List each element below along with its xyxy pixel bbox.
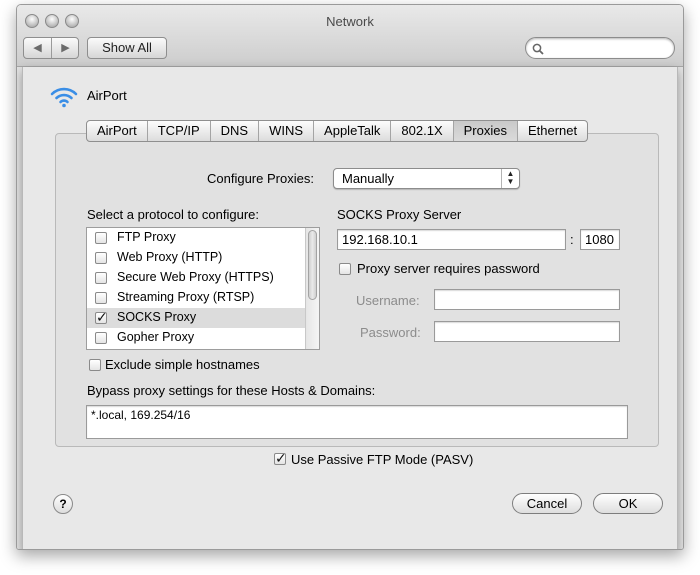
server-label: SOCKS Proxy Server — [337, 207, 462, 222]
username-label: Username: — [356, 293, 420, 308]
secure-web-proxy-label: Secure Web Proxy (HTTPS) — [117, 270, 274, 284]
show-all-button[interactable]: Show All — [87, 37, 167, 59]
tab-proxies[interactable]: Proxies — [453, 121, 518, 141]
password-label: Password: — [360, 325, 421, 340]
search-icon — [532, 40, 544, 58]
help-button[interactable]: ? — [53, 494, 73, 514]
proxies-sheet: AirPort AirPort TCP/IP DNS WINS AppleTal… — [22, 67, 678, 549]
tab-airport[interactable]: AirPort — [87, 121, 148, 141]
tab-8021x[interactable]: 802.1X — [391, 121, 454, 141]
cancel-button[interactable]: Cancel — [512, 493, 582, 514]
list-item[interactable]: Gopher Proxy — [87, 328, 305, 348]
protocol-list-label: Select a protocol to configure: — [87, 207, 259, 222]
back-button[interactable]: ◀ — [24, 38, 51, 58]
search-field[interactable] — [525, 37, 675, 59]
ftp-proxy-label: FTP Proxy — [117, 230, 176, 244]
tab-bar: AirPort TCP/IP DNS WINS AppleTalk 802.1X… — [86, 120, 589, 142]
list-item[interactable]: FTP Proxy — [87, 228, 305, 248]
proxy-port-field[interactable]: 1080 — [580, 229, 620, 250]
web-proxy-checkbox[interactable] — [95, 252, 107, 264]
forward-arrow-icon: ▶ — [61, 42, 70, 54]
back-forward-control: ◀ ▶ — [23, 37, 79, 59]
bypass-hosts-field[interactable]: *.local, 169.254/16 — [86, 405, 628, 439]
network-window: Network ◀ ▶ Show All AirPort AirPort TCP… — [16, 4, 684, 550]
tab-ethernet[interactable]: Ethernet — [518, 121, 587, 141]
password-required-checkbox[interactable] — [339, 263, 351, 275]
username-field[interactable] — [434, 289, 620, 310]
streaming-proxy-checkbox[interactable] — [95, 292, 107, 304]
protocol-list[interactable]: FTP Proxy Web Proxy (HTTP) Secure Web Pr… — [86, 227, 320, 350]
popup-arrows-icon: ▲ ▼ — [501, 169, 519, 188]
secure-web-proxy-checkbox[interactable] — [95, 272, 107, 284]
exclude-simple-hostnames-label: Exclude simple hostnames — [105, 357, 260, 372]
gopher-proxy-checkbox[interactable] — [95, 332, 107, 344]
gopher-proxy-label: Gopher Proxy — [117, 330, 195, 344]
proxy-server-address-field[interactable]: 192.168.10.1 — [337, 229, 566, 250]
protocol-list-scrollbar[interactable] — [305, 228, 319, 349]
socks-proxy-label: SOCKS Proxy — [117, 310, 197, 324]
socks-proxy-checkbox[interactable]: ✓ — [95, 309, 108, 325]
tab-appletalk[interactable]: AppleTalk — [314, 121, 392, 141]
checkmark-icon: ✓ — [96, 309, 108, 325]
tab-tcpip[interactable]: TCP/IP — [148, 121, 211, 141]
configure-proxies-label: Configure Proxies: — [207, 171, 314, 186]
list-item[interactable]: Secure Web Proxy (HTTPS) — [87, 268, 305, 288]
list-item-selected[interactable]: ✓ SOCKS Proxy — [87, 308, 305, 328]
streaming-proxy-label: Streaming Proxy (RTSP) — [117, 290, 255, 304]
title-bar: Network ◀ ▶ Show All — [17, 5, 683, 67]
bypass-label: Bypass proxy settings for these Hosts & … — [87, 383, 376, 398]
window-title: Network — [326, 14, 374, 29]
interface-name: AirPort — [87, 88, 127, 103]
checkmark-icon: ✓ — [275, 450, 287, 466]
port-separator: : — [570, 232, 574, 247]
configure-proxies-popup[interactable]: Manually ▲ ▼ — [333, 168, 520, 189]
ok-button[interactable]: OK — [593, 493, 663, 514]
web-proxy-label: Web Proxy (HTTP) — [117, 250, 223, 264]
tab-dns[interactable]: DNS — [211, 121, 260, 141]
tab-wins[interactable]: WINS — [259, 121, 315, 141]
exclude-simple-hostnames-checkbox[interactable] — [89, 359, 101, 371]
scrollbar-thumb[interactable] — [308, 230, 317, 300]
back-arrow-icon: ◀ — [33, 42, 42, 54]
passive-ftp-checkbox[interactable]: ✓ — [274, 450, 287, 466]
password-field[interactable] — [434, 321, 620, 342]
configure-proxies-value: Manually — [342, 171, 395, 186]
list-item[interactable]: Streaming Proxy (RTSP) — [87, 288, 305, 308]
forward-button[interactable]: ▶ — [52, 38, 79, 58]
password-required-label: Proxy server requires password — [357, 261, 540, 276]
ftp-proxy-checkbox[interactable] — [95, 232, 107, 244]
list-item[interactable]: Web Proxy (HTTP) — [87, 248, 305, 268]
passive-ftp-label: Use Passive FTP Mode (PASV) — [291, 452, 474, 467]
airport-wifi-icon — [50, 87, 78, 108]
